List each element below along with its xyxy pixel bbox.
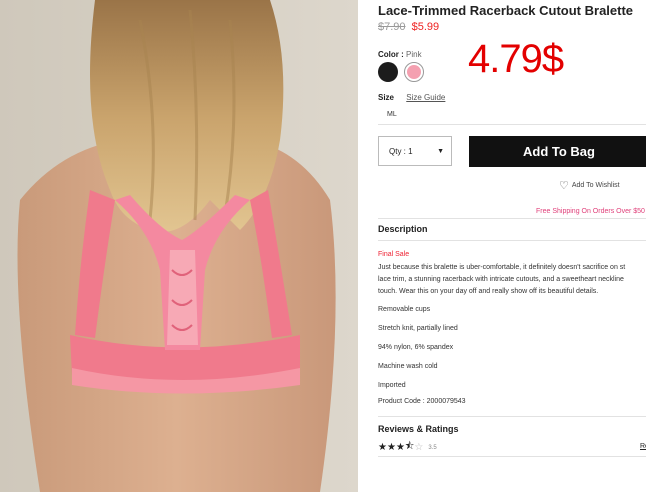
description-line: Just because this bralette is uber-comfo… bbox=[378, 264, 626, 271]
divider bbox=[378, 240, 646, 241]
half-star-icon: ⯪ bbox=[404, 441, 415, 452]
quantity-select[interactable]: Qty : 1 ▼ bbox=[378, 136, 452, 166]
size-guide-link[interactable]: Size Guide bbox=[406, 93, 445, 102]
color-value: Pink bbox=[406, 50, 422, 59]
product-photo bbox=[0, 0, 358, 492]
star-icon: ★ bbox=[386, 442, 396, 453]
quantity-label: Qty : 1 bbox=[389, 146, 413, 156]
star-icon: ★ bbox=[378, 442, 387, 453]
product-code: Product Code : 2000079543 bbox=[378, 398, 466, 405]
feature-item: Machine wash cold bbox=[378, 363, 438, 370]
rating-score: 3.5 bbox=[428, 444, 437, 451]
sale-price: $5.99 bbox=[411, 21, 440, 33]
reviews-heading[interactable]: Reviews & Ratings bbox=[378, 424, 459, 434]
color-label: Color : bbox=[378, 50, 404, 59]
description-heading[interactable]: Description bbox=[378, 224, 428, 234]
add-to-bag-button[interactable]: Add To Bag bbox=[469, 136, 646, 167]
empty-star-icon: ☆ bbox=[414, 442, 424, 453]
color-label-row: Color : Pink bbox=[378, 50, 422, 59]
divider bbox=[378, 416, 646, 417]
reviews-link[interactable]: Re bbox=[640, 443, 646, 450]
product-info-panel: Lace-Trimmed Racerback Cutout Bralette $… bbox=[378, 0, 646, 492]
product-title: Lace-Trimmed Racerback Cutout Bralette bbox=[378, 3, 634, 18]
add-to-wishlist-link[interactable]: ♡ Add To Wishlist bbox=[559, 179, 620, 192]
color-swatch-pink[interactable] bbox=[404, 62, 424, 82]
divider bbox=[378, 124, 646, 125]
feature-item: Stretch knit, partially lined bbox=[378, 325, 458, 332]
heart-icon: ♡ bbox=[559, 180, 569, 192]
overlay-price-annotation: 4.79$ bbox=[468, 37, 564, 81]
feature-item: Imported bbox=[378, 382, 406, 389]
star-icon: ★ bbox=[395, 442, 405, 453]
divider bbox=[378, 456, 646, 457]
description-line: lace trim, a stunning racerback with int… bbox=[378, 276, 624, 283]
color-swatch-pink-fill bbox=[407, 65, 421, 79]
description-text: Just because this bralette is uber-comfo… bbox=[378, 262, 646, 298]
wishlist-label: Add To Wishlist bbox=[571, 182, 620, 189]
chevron-down-icon: ▼ bbox=[437, 147, 444, 155]
final-sale-label: Final Sale bbox=[378, 251, 410, 258]
size-option-ml[interactable]: ML bbox=[387, 111, 397, 118]
original-price: $7.90 bbox=[378, 21, 406, 33]
feature-item: Removable cups bbox=[378, 306, 431, 313]
price-row: $7.90 $5.99 bbox=[378, 21, 439, 33]
divider bbox=[378, 218, 646, 219]
bralette-photo-image bbox=[0, 0, 358, 492]
description-line: touch. Wear this on your day off and rea… bbox=[378, 288, 599, 295]
size-label-row: Size Size Guide bbox=[378, 93, 445, 102]
free-shipping-note: Free Shipping On Orders Over $50 bbox=[536, 208, 645, 215]
color-swatch-black[interactable] bbox=[378, 62, 398, 82]
size-label: Size bbox=[378, 93, 395, 102]
star-rating: ★ ★ ★ ⯪ ☆ 3.5 bbox=[378, 439, 437, 456]
feature-item: 94% nylon, 6% spandex bbox=[378, 344, 454, 351]
